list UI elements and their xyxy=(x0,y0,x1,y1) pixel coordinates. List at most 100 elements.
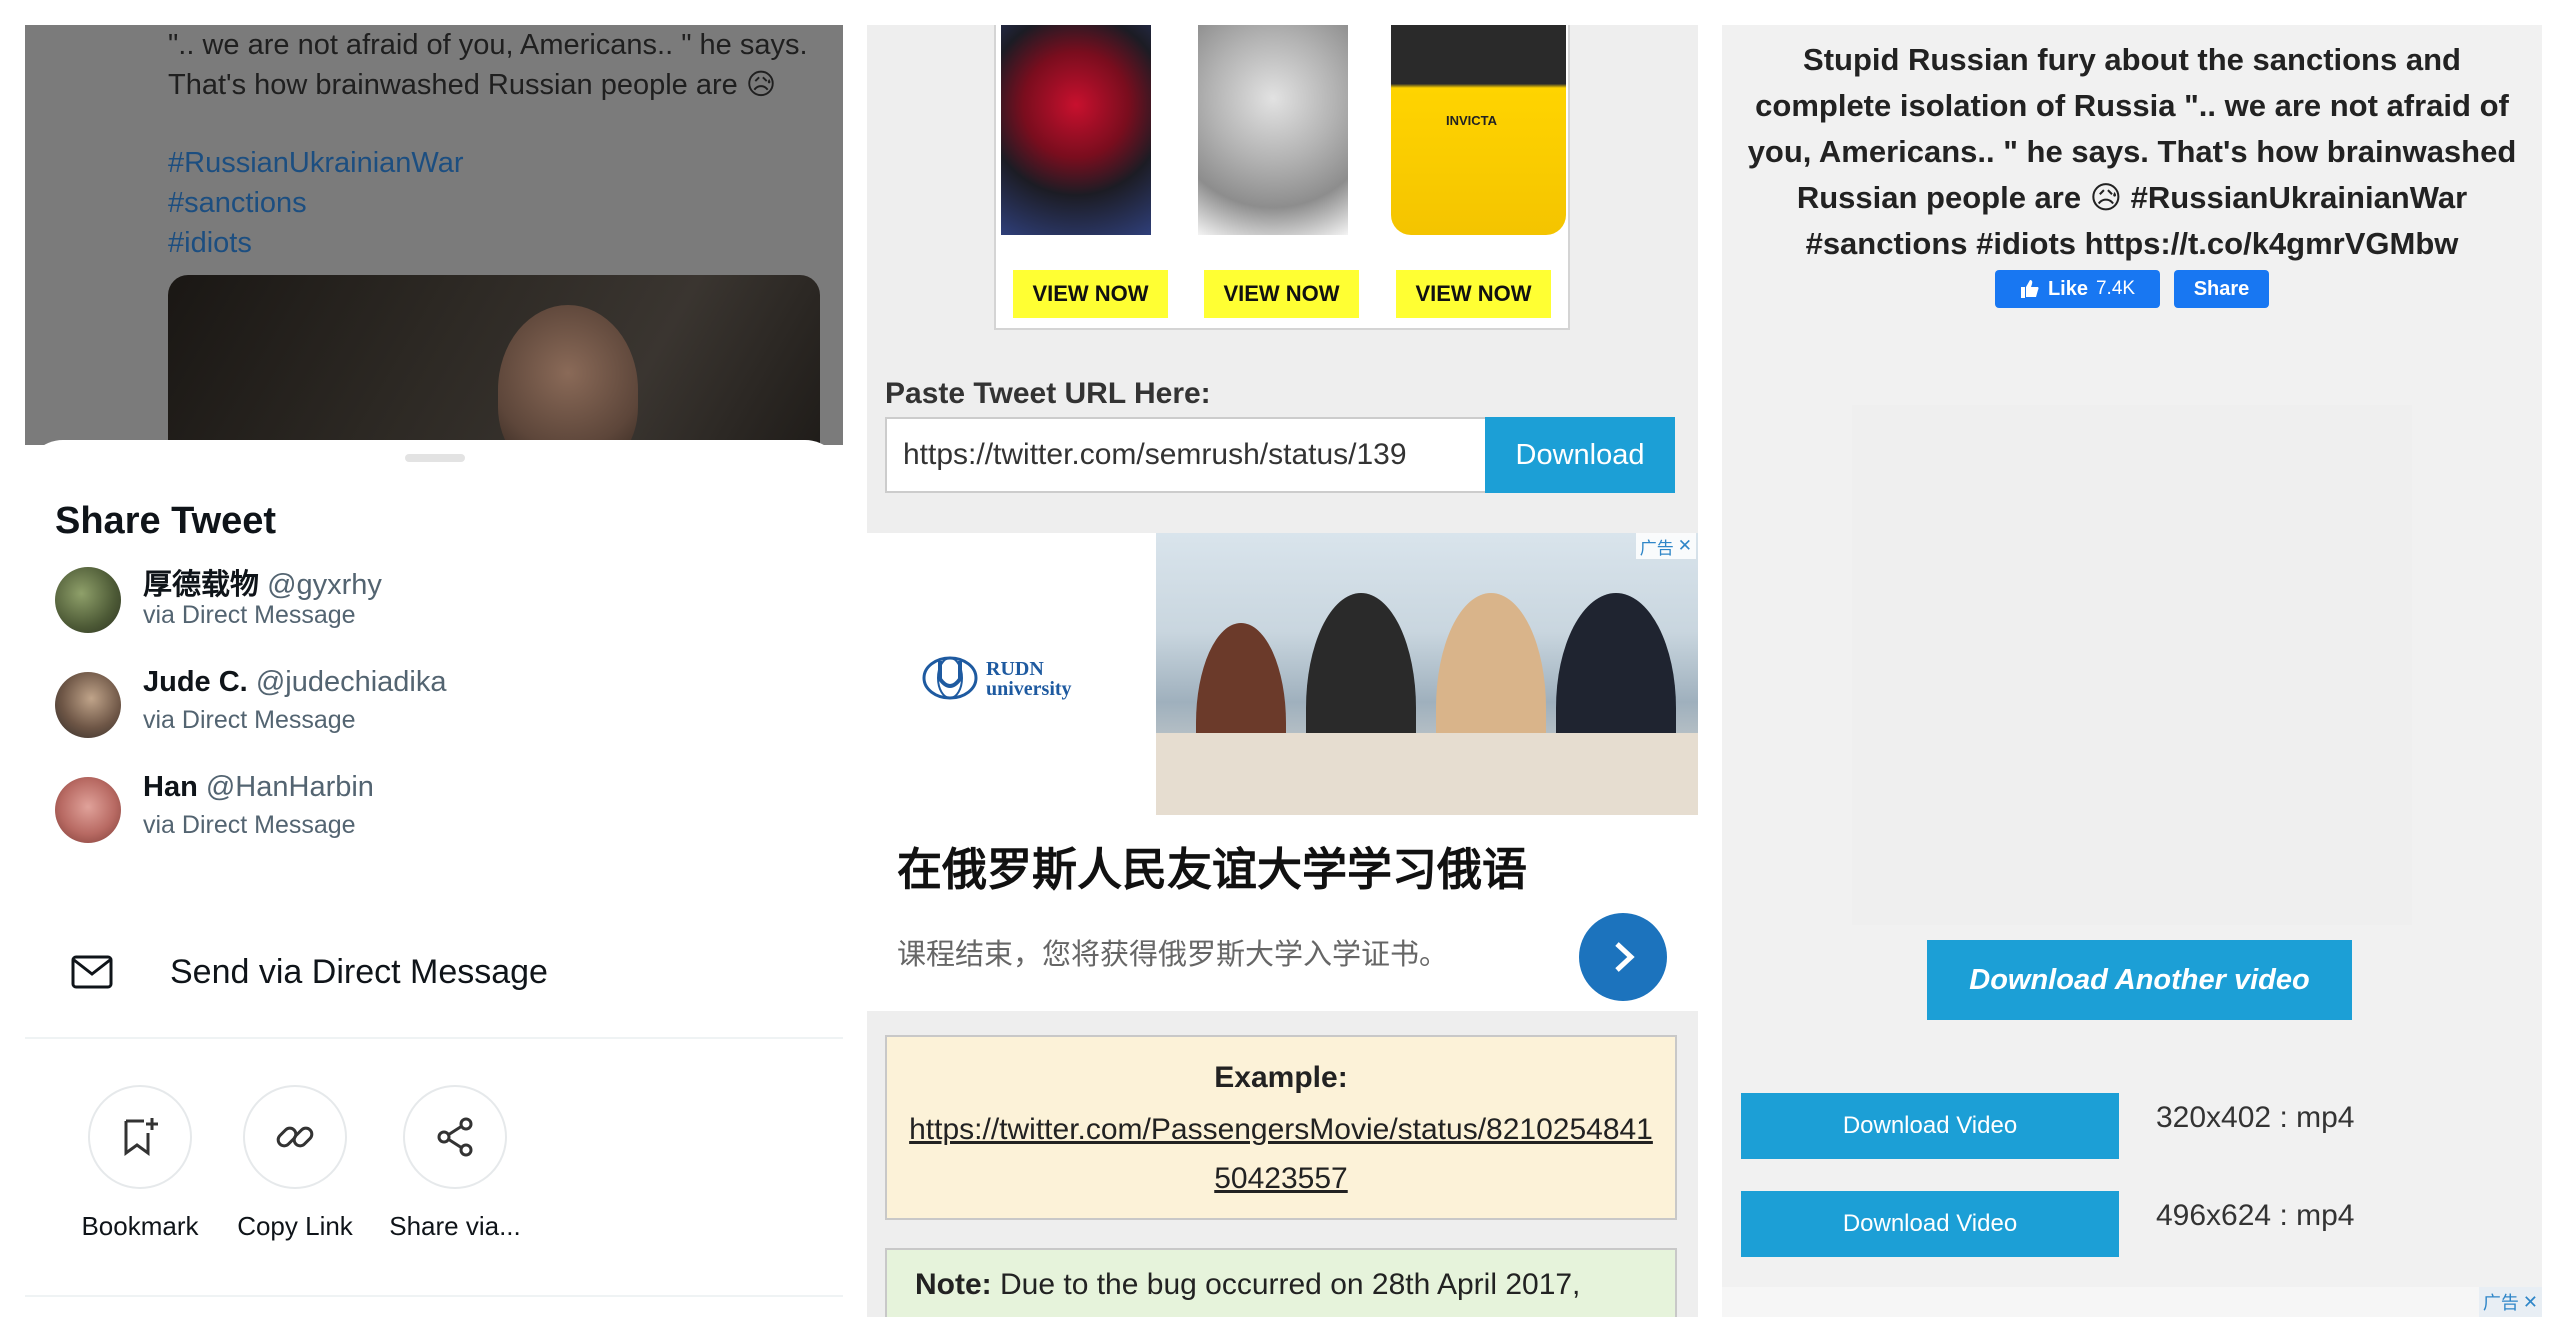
video-resolution: 496x624 : mp4 xyxy=(2156,1199,2355,1232)
avatar xyxy=(55,672,121,738)
facebook-share-button[interactable]: Share xyxy=(2174,270,2269,308)
hashtag-link[interactable]: #idiots xyxy=(168,223,463,263)
rudn-ad[interactable]: RUDN university 广告 ✕ 在俄罗斯人民友谊大学学习俄语 课程结束，… xyxy=(867,533,1698,1011)
example-title: Example: xyxy=(1214,1061,1348,1094)
download-another-video-button[interactable]: Download Another video xyxy=(1927,940,2352,1020)
share-via-circle xyxy=(403,1085,507,1189)
tweet-url-input[interactable]: https://twitter.com/semrush/status/139 xyxy=(885,417,1495,493)
empty-ad-slot xyxy=(1852,405,2412,925)
note-box: Note: Due to the bug occurred on 28th Ap… xyxy=(885,1248,1677,1317)
watch-box-product-image[interactable]: INVICTA xyxy=(1391,25,1566,235)
share-via-button[interactable]: Share via... xyxy=(385,1085,525,1242)
bookmark-add-icon xyxy=(124,1118,158,1156)
download-button[interactable]: Download xyxy=(1485,417,1675,493)
watch-product-image[interactable] xyxy=(1001,25,1151,235)
copy-link-circle xyxy=(243,1085,347,1189)
facebook-like-button[interactable]: Like 7.4K xyxy=(1995,270,2160,308)
contact-display-name: 厚德载物 xyxy=(143,569,260,601)
view-now-button[interactable]: VIEW NOW xyxy=(1396,270,1551,318)
divider xyxy=(25,1295,843,1297)
tweet-background-dimmed: ".. we are not afraid of you, Americans.… xyxy=(25,25,843,465)
share-sheet-title: Share Tweet xyxy=(55,500,277,542)
tweet-text: ".. we are not afraid of you, Americans.… xyxy=(168,25,818,105)
video-resolution: 320x402 : mp4 xyxy=(2156,1101,2355,1134)
brand-label: INVICTA xyxy=(1446,113,1498,128)
share-icon xyxy=(437,1117,473,1157)
bookmark-circle xyxy=(88,1085,192,1189)
example-link[interactable]: https://twitter.com/PassengersMovie/stat… xyxy=(887,1105,1675,1203)
mail-icon xyxy=(71,955,113,989)
ad-badge[interactable]: 广告 ✕ xyxy=(1635,533,1696,559)
copy-link-label: Copy Link xyxy=(237,1211,353,1241)
table-surface xyxy=(1156,733,1698,815)
rudn-logo-subtext: university xyxy=(986,678,1072,700)
download-video-button[interactable]: Download Video xyxy=(1741,1093,2119,1159)
tweet-line: ".. we are not afraid of you, Americans.… xyxy=(168,29,808,61)
note-label: Note: xyxy=(915,1268,992,1301)
contact-via-label: via Direct Message xyxy=(143,811,356,839)
copy-link-button[interactable]: Copy Link xyxy=(225,1085,365,1242)
contact-via-label: via Direct Message xyxy=(143,706,356,734)
dm-contact-row[interactable]: Han @HanHarbin via Direct Message xyxy=(55,765,815,855)
facebook-buttons: Like 7.4K Share xyxy=(1722,270,2542,308)
example-box: Example: https://twitter.com/PassengersM… xyxy=(885,1035,1677,1220)
bottom-ad-strip xyxy=(1722,1287,2542,1317)
bookmark-button[interactable]: Bookmark xyxy=(70,1085,210,1242)
send-dm-label: Send via Direct Message xyxy=(170,953,548,991)
result-panel: Stupid Russian fury about the sanctions … xyxy=(1722,25,2542,1317)
chevron-right-icon xyxy=(1615,942,1635,972)
corner-ad-badge[interactable]: 广告 ✕ xyxy=(2478,1287,2542,1317)
like-count: 7.4K xyxy=(2095,278,2136,299)
watch-product-image[interactable] xyxy=(1198,25,1348,235)
thumbs-up-icon xyxy=(2020,280,2039,298)
dm-contact-row[interactable]: 厚德载物 @gyxrhy via Direct Message xyxy=(55,555,815,645)
share-via-label: Share via... xyxy=(389,1211,521,1241)
contact-handle: @judechiadika xyxy=(255,666,447,698)
contact-handle: @gyxrhy xyxy=(267,569,382,601)
dm-contact-name: 厚德载物 @gyxrhy xyxy=(143,561,382,603)
students-photo[interactable]: 广告 ✕ xyxy=(1156,533,1698,815)
avatar xyxy=(55,567,121,633)
ad-arrow-button[interactable] xyxy=(1579,913,1667,1001)
url-value: https://twitter.com/semrush/status/139 xyxy=(903,438,1407,471)
paste-url-label: Paste Tweet URL Here: xyxy=(885,377,1211,410)
contact-display-name: Jude C. xyxy=(143,666,248,698)
dm-contact-row[interactable]: Jude C. @judechiadika via Direct Message xyxy=(55,660,815,750)
watch-ad[interactable]: INVICTA VIEW NOW VIEW NOW VIEW NOW xyxy=(994,25,1570,330)
hashtag-link[interactable]: #RussianUkrainianWar xyxy=(168,143,463,183)
avatar xyxy=(55,777,121,843)
rudn-globe-logo-icon xyxy=(922,656,978,700)
view-now-button[interactable]: VIEW NOW xyxy=(1013,270,1168,318)
close-icon[interactable]: ✕ xyxy=(1678,536,1692,556)
view-now-button[interactable]: VIEW NOW xyxy=(1204,270,1359,318)
send-via-dm-button[interactable]: Send via Direct Message xyxy=(55,945,815,1005)
dm-contact-name: Jude C. @judechiadika xyxy=(143,666,446,699)
divider xyxy=(25,1037,843,1039)
tweet-hashtags: #RussianUkrainianWar #sanctions #idiots xyxy=(168,143,463,263)
like-label: Like xyxy=(2047,277,2088,300)
ad-label: 广告 xyxy=(2482,1293,2519,1313)
ad-headline[interactable]: 在俄罗斯人民友谊大学学习俄语 xyxy=(897,833,1527,898)
bookmark-label: Bookmark xyxy=(81,1211,199,1241)
download-video-button[interactable]: Download Video xyxy=(1741,1191,2119,1257)
close-icon[interactable]: ✕ xyxy=(2523,1292,2538,1313)
contact-via-label: via Direct Message xyxy=(143,601,356,629)
sheet-drag-handle[interactable] xyxy=(405,454,465,462)
downloader-panel: INVICTA VIEW NOW VIEW NOW VIEW NOW Paste… xyxy=(867,25,1698,1317)
video-option-row: Download Video 320x402 : mp4 xyxy=(1741,1093,2531,1161)
hashtag-link[interactable]: #sanctions xyxy=(168,183,463,223)
ad-label: 广告 xyxy=(1639,538,1674,558)
twitter-share-panel: ".. we are not afraid of you, Americans.… xyxy=(25,25,843,1317)
rudn-logo: RUDN university xyxy=(922,648,1082,708)
video-option-row: Download Video 496x624 : mp4 xyxy=(1741,1191,2531,1259)
tweet-line: That's how brainwashed Russian people ar… xyxy=(168,69,777,101)
ad-description: 课程结束，您将获得俄罗斯大学入学证书。 xyxy=(897,939,1449,971)
tweet-video-thumbnail[interactable] xyxy=(168,275,820,465)
contact-display-name: Han xyxy=(143,771,198,803)
link-icon xyxy=(276,1126,314,1148)
share-sheet: Share Tweet 厚德载物 @gyxrhy via Direct Mess… xyxy=(25,440,843,1317)
tweet-caption: Stupid Russian fury about the sanctions … xyxy=(1747,42,2517,261)
note-text: Due to the bug occurred on 28th April 20… xyxy=(991,1268,1581,1301)
contact-handle: @HanHarbin xyxy=(205,771,374,803)
dm-contact-name: Han @HanHarbin xyxy=(143,771,374,804)
